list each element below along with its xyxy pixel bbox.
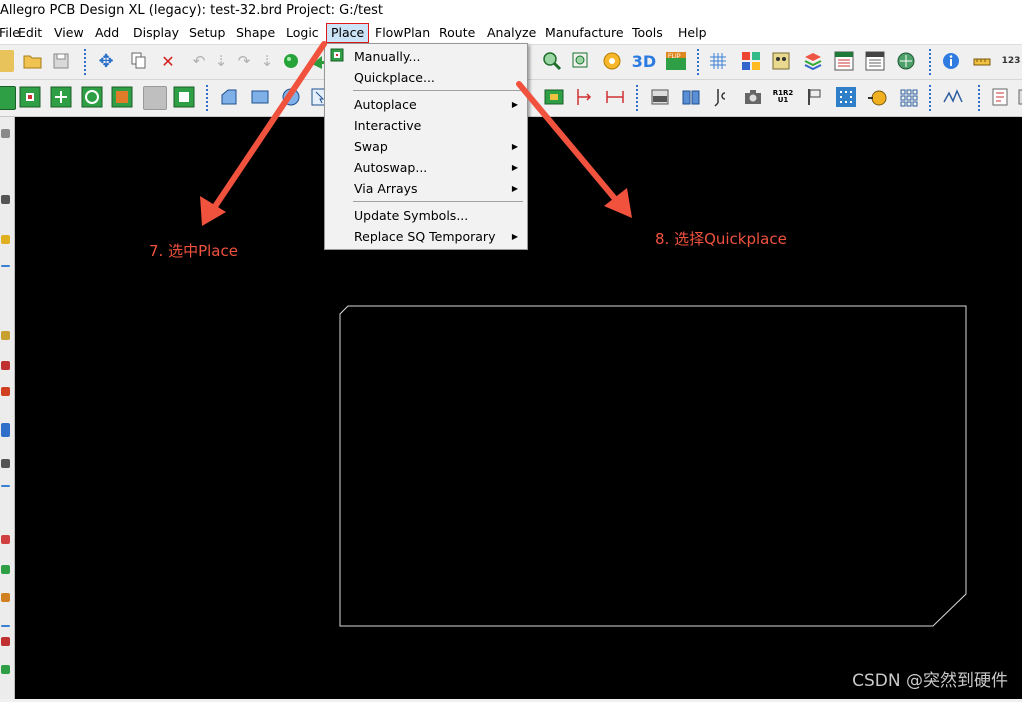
- annotation-step7: 7. 选中Place: [149, 242, 238, 260]
- annotation-step8: 8. 选择Quickplace: [655, 230, 787, 248]
- watermark: CSDN @突然到硬件: [852, 671, 1008, 691]
- annotation-arrows: [200, 41, 632, 226]
- annotation-arrow-place: [211, 41, 327, 211]
- annotation-arrow-quickplace: [516, 81, 619, 203]
